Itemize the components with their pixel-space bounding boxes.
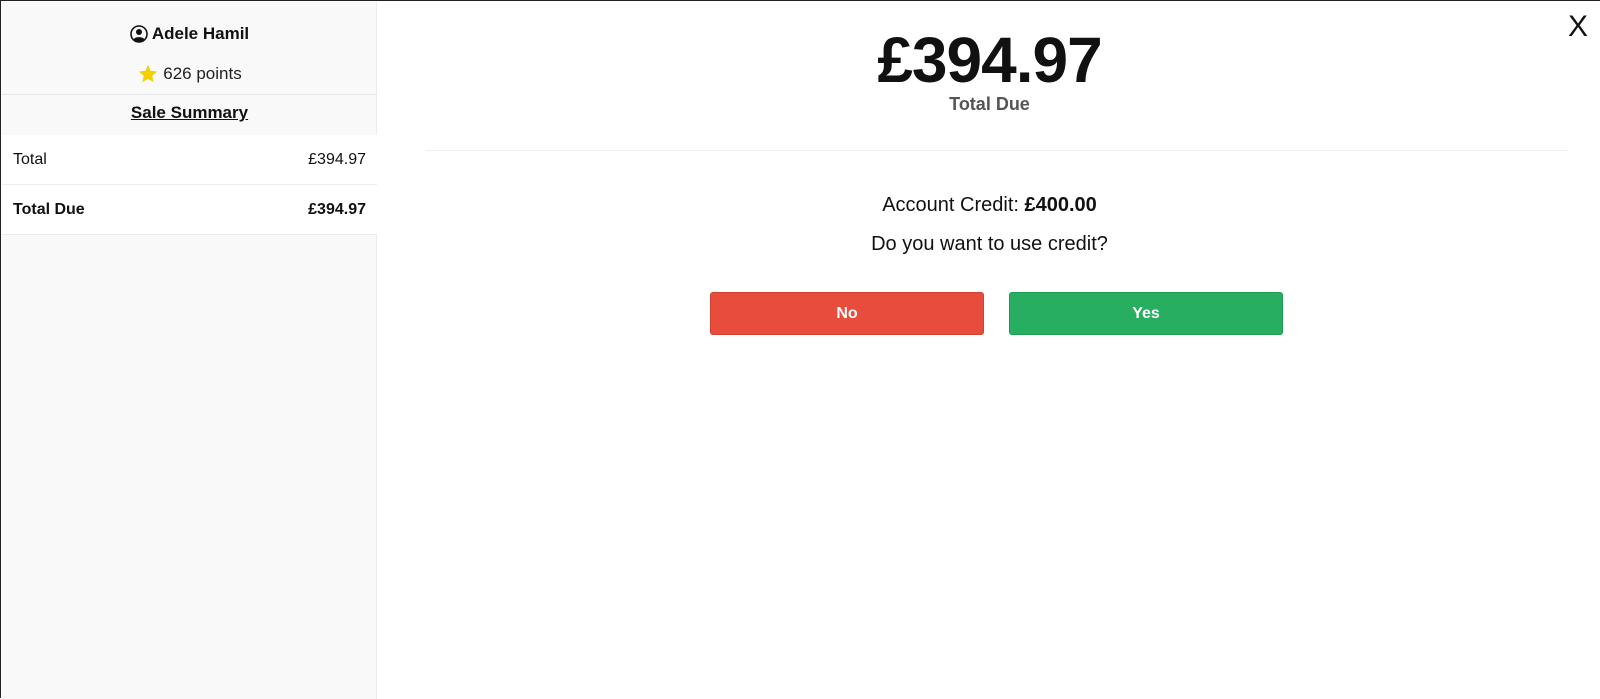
- account-credit: Account Credit: £400.00: [378, 194, 1600, 217]
- summary-row-value: £394.97: [308, 150, 366, 168]
- customer-name: Adele Hamil: [2, 22, 377, 46]
- use-credit-question: Do you want to use credit?: [871, 233, 1108, 255]
- summary-row-label: Total: [13, 150, 47, 168]
- star-icon: [137, 63, 159, 85]
- yes-button[interactable]: Yes: [1009, 292, 1283, 335]
- customer-name-text: Adele Hamil: [151, 24, 250, 43]
- total-due-amount: £394.97: [877, 24, 1102, 96]
- section-divider: [426, 150, 1568, 151]
- summary-row-total: Total £394.97: [2, 135, 377, 185]
- sale-summary-title: Sale Summary: [130, 103, 249, 122]
- user-circle-icon: [130, 25, 148, 43]
- total-due-label: Total Due: [949, 94, 1030, 114]
- no-button[interactable]: No: [710, 292, 984, 335]
- sidebar: Adele Hamil 626 points Sale Summary Tota…: [2, 2, 377, 699]
- app-frame: Adele Hamil 626 points Sale Summary Tota…: [0, 0, 1600, 699]
- sale-summary-table: Total £394.97 Total Due £394.97: [2, 135, 377, 235]
- summary-row-value: £394.97: [308, 200, 366, 218]
- loyalty-points: 626 points: [2, 62, 377, 86]
- summary-row-total-due: Total Due £394.97: [2, 185, 377, 235]
- payment-panel: X £394.97 Total Due Account Credit: £400…: [378, 2, 1600, 699]
- sidebar-divider: [2, 94, 377, 95]
- account-credit-value: £400.00: [1024, 194, 1097, 216]
- account-credit-label: Account Credit:: [882, 194, 1025, 216]
- summary-row-label: Total Due: [13, 200, 85, 218]
- points-text: 626 points: [163, 64, 242, 83]
